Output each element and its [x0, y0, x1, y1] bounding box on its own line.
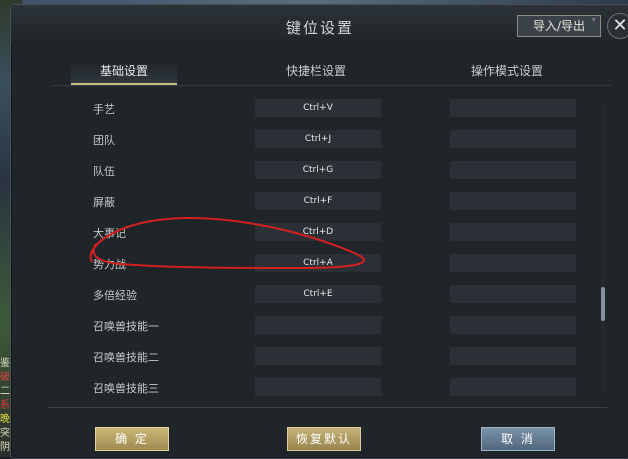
tab-basic-settings[interactable]: 基础设置	[71, 61, 177, 85]
shortcut-key-field[interactable]	[255, 316, 381, 334]
keybind-row: 召唤兽技能一	[11, 312, 628, 343]
keybind-row: 团队 Ctrl+J	[11, 126, 628, 157]
keybind-row: 召唤兽技能三	[11, 374, 628, 405]
mode-key-field[interactable]	[450, 316, 576, 334]
footer-divider	[47, 407, 607, 408]
shortcut-key-field[interactable]	[255, 347, 381, 365]
mode-key-field[interactable]	[450, 192, 576, 210]
shortcut-key-field[interactable]: Ctrl+A	[255, 254, 381, 272]
keybind-row: 势力战 Ctrl+A	[11, 250, 628, 281]
keybind-action-label: 召唤兽技能二	[93, 351, 159, 364]
keybind-action-label: 召唤兽技能一	[93, 320, 159, 333]
keybind-action-label: 屏蔽	[93, 196, 115, 209]
keybind-action-label: 大事记	[93, 227, 126, 240]
mode-key-field[interactable]	[450, 378, 576, 396]
keybind-action-label: 队伍	[93, 165, 115, 178]
keybind-row: 召唤兽技能二	[11, 343, 628, 374]
mode-key-field[interactable]	[450, 223, 576, 241]
close-icon: ✕	[612, 15, 628, 36]
mode-key-field[interactable]	[450, 254, 576, 272]
close-button[interactable]: ✕	[607, 13, 628, 39]
shortcut-key-field[interactable]: Ctrl+E	[255, 285, 381, 303]
tab-shortcut-bar-settings[interactable]: 快捷栏设置	[255, 61, 377, 83]
keybind-settings-dialog: 键位设置 导入/导出 ˚ ✕ 基础设置 快捷栏设置 操作模式设置 手艺 Ctrl+…	[10, 4, 628, 459]
mode-key-field[interactable]	[450, 347, 576, 365]
tab-divider	[51, 85, 611, 86]
keybind-row: 大事记 Ctrl+D	[11, 219, 628, 250]
shortcut-key-field[interactable]: Ctrl+J	[255, 130, 381, 148]
keybind-row: 手艺 Ctrl+V	[11, 95, 628, 126]
shortcut-key-field[interactable]: Ctrl+F	[255, 192, 381, 210]
keybind-row: 队伍 Ctrl+G	[11, 157, 628, 188]
cancel-button[interactable]: 取 消	[481, 427, 555, 451]
import-dot-icon: ˚	[591, 19, 597, 29]
restore-defaults-button[interactable]: 恢复默认	[287, 427, 361, 451]
keybind-action-label: 召唤兽技能三	[93, 382, 159, 395]
shortcut-key-field[interactable]: Ctrl+V	[255, 99, 381, 117]
keybind-action-label: 团队	[93, 134, 115, 147]
keybind-action-label: 手艺	[93, 103, 115, 116]
shortcut-key-field[interactable]: Ctrl+D	[255, 223, 381, 241]
title-bar: 键位设置 导入/导出 ˚ ✕	[11, 5, 628, 45]
keybind-row: 屏蔽 Ctrl+F	[11, 188, 628, 219]
mode-key-field[interactable]	[450, 285, 576, 303]
confirm-button[interactable]: 确 定	[95, 427, 169, 451]
mode-key-field[interactable]	[450, 130, 576, 148]
keybind-action-label: 多倍经验	[93, 289, 137, 302]
mode-key-field[interactable]	[450, 161, 576, 179]
import-export-label: 导入/导出	[532, 19, 586, 33]
import-export-button[interactable]: 导入/导出 ˚	[517, 15, 601, 37]
keybind-row: 多倍经验 Ctrl+E	[11, 281, 628, 312]
tab-operation-mode-settings[interactable]: 操作模式设置	[451, 61, 563, 83]
shortcut-key-field[interactable]	[255, 378, 381, 396]
keybind-list: 手艺 Ctrl+V 团队 Ctrl+J 队伍 Ctrl+G 屏蔽 Ctrl+F 大事记 Ctrl+…	[11, 95, 628, 396]
scrollbar-thumb[interactable]	[601, 287, 605, 321]
mode-key-field[interactable]	[450, 99, 576, 117]
scrollbar-track[interactable]	[601, 101, 605, 391]
keybind-action-label: 势力战	[93, 258, 126, 271]
shortcut-key-field[interactable]: Ctrl+G	[255, 161, 381, 179]
